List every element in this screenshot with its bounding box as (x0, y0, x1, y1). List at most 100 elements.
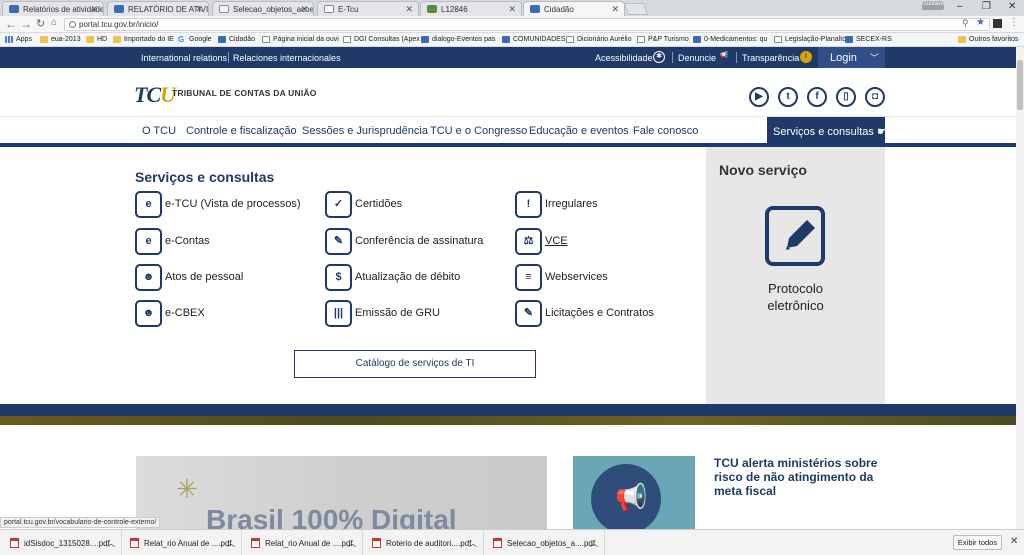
international-relations-link[interactable]: International relations (141, 53, 227, 63)
bookmark-apps[interactable]: Apps (5, 36, 32, 43)
reload-icon[interactable]: ↻ (36, 17, 45, 30)
nav-o-tcu[interactable]: O TCU (142, 125, 176, 137)
mobile-icon[interactable]: ▯ (836, 87, 856, 107)
browser-tab[interactable]: Relatórios de atividades ✕ (2, 1, 104, 16)
bookmark-link[interactable]: dialogo-Eventos pas (421, 36, 495, 43)
browser-tab[interactable]: RELATÓRIO DE ATIVIDADE✕ (107, 1, 209, 16)
user-profile-chip[interactable]: Gustavo (922, 1, 944, 10)
instagram-icon[interactable]: ◘ (865, 87, 885, 107)
pencil-icon (786, 220, 815, 250)
close-tab-icon[interactable]: ✕ (90, 4, 98, 15)
nav-tcu-congresso[interactable]: TCU e o Congresso (430, 125, 527, 137)
bookmark-folder[interactable]: eua-2013 (40, 36, 81, 43)
search-icon[interactable]: ⚲ (962, 18, 969, 29)
chevron-down-icon: ﹀ (869, 53, 879, 63)
browser-tab[interactable]: L12846 ✕ (420, 1, 522, 16)
nav-controle-fiscalizacao[interactable]: Controle e fiscalização (186, 125, 297, 137)
chevron-up-icon[interactable]: ︿ (590, 538, 598, 549)
download-item[interactable]: Selecao_objetos_a....pdf ︿ (489, 530, 605, 555)
nav-fale-conosco[interactable]: Fale conosco (633, 125, 698, 137)
nav-sessoes-jurisprudencia[interactable]: Sessões e Jurisprudência (302, 125, 428, 137)
page-icon (774, 36, 782, 43)
bookmark-link[interactable]: P&P Turismo (637, 36, 689, 43)
bookmark-link[interactable]: COMUNIDADES (502, 36, 566, 43)
bookmarks-bar: Apps eua-2013 HD Importado do IE G Google… (0, 33, 1024, 47)
youtube-icon[interactable]: ▶ (749, 87, 769, 107)
bookmark-google[interactable]: G Google (178, 35, 212, 44)
news-headline[interactable]: TCU alerta ministérios sobre risco de nã… (714, 456, 884, 498)
scrollbar-thumb[interactable] (1017, 60, 1023, 110)
bookmark-folder[interactable]: HD (86, 36, 107, 43)
chevron-up-icon[interactable]: ︿ (227, 538, 235, 549)
bookmark-link[interactable]: Cidadão (218, 36, 255, 43)
download-item[interactable]: Relat_rio Anual de ....pdf ︿ (247, 530, 363, 555)
close-tab-icon[interactable]: ✕ (300, 4, 308, 15)
site-header: TCU TRIBUNAL DE CONTAS DA UNIÃO ▶ t f ▯ … (0, 68, 1024, 116)
accessibility-icon[interactable]: ✱ (653, 51, 665, 63)
close-tab-icon[interactable]: ✕ (405, 4, 413, 15)
megaphone-icon[interactable]: 📢 (718, 51, 730, 63)
close-tab-icon[interactable]: ✕ (195, 4, 203, 15)
news-image-brasil-digital[interactable]: ✳ Brasil 100% Digital (136, 456, 547, 529)
home-icon[interactable]: ⌂ (51, 17, 57, 28)
window-close-icon[interactable]: ✕ (1008, 1, 1016, 12)
logo-name: TRIBUNAL DE CONTAS DA UNIÃO (172, 88, 317, 98)
bookmark-link[interactable]: Página inicial da ouvi (262, 36, 339, 43)
twitter-icon[interactable]: t (778, 87, 798, 107)
bookmark-link[interactable]: SECEX-RS (845, 36, 892, 43)
catalog-button[interactable]: Catálogo de serviços de TI (294, 350, 536, 378)
tcu-logo[interactable]: TCU TRIBUNAL DE CONTAS DA UNIÃO (134, 82, 316, 108)
nav-servicos-consultas[interactable]: Serviços e consultas ☛ (767, 117, 887, 145)
chevron-up-icon[interactable]: ︿ (348, 538, 356, 549)
bookmark-star-icon[interactable]: ★ (976, 17, 985, 28)
novo-servico-box[interactable]: Novo serviço Protocolo eletrônico (706, 147, 885, 404)
download-item[interactable]: idSisdoc_1315028....pdf ︿ (6, 530, 122, 555)
document-favicon-icon (324, 5, 334, 13)
hand-icon: ☛ (876, 126, 887, 138)
back-icon[interactable]: ← (5, 17, 17, 31)
chevron-up-icon[interactable]: ︿ (469, 538, 477, 549)
bookmark-link[interactable]: DGI Consultas (Apex (343, 36, 420, 43)
page-icon (343, 36, 351, 43)
download-item[interactable]: Roterio de auditori....pdf ︿ (368, 530, 484, 555)
folder-icon (113, 36, 121, 43)
tcu-favicon-icon (502, 36, 510, 43)
bookmark-other-folder[interactable]: Outros favoritos (958, 36, 1018, 43)
browser-tab[interactable]: E-Tcu ✕ (317, 1, 419, 16)
maximize-icon[interactable]: ❐ (982, 1, 991, 12)
show-all-downloads-button[interactable]: Exibir todos (953, 535, 1002, 550)
nav-educacao-eventos[interactable]: Educação e eventos (529, 125, 629, 137)
divider (672, 52, 673, 63)
browser-menu-icon[interactable]: ⋮ (1009, 17, 1019, 28)
bookmark-link[interactable]: 0-Medicamentos: qu (693, 36, 767, 43)
url-input[interactable]: portal.tcu.gov.br/inicio/ (64, 18, 990, 31)
chevron-up-icon[interactable]: ︿ (107, 538, 115, 549)
info-icon[interactable]: i (800, 51, 812, 63)
forward-icon[interactable]: → (20, 17, 32, 31)
close-tab-icon[interactable]: ✕ (508, 4, 516, 15)
denuncie-link[interactable]: Denuncie (678, 53, 716, 63)
scrollbar[interactable] (1016, 47, 1024, 529)
browser-tab-bar: Relatórios de atividades ✕ RELATÓRIO DE A… (0, 0, 1024, 16)
download-item[interactable]: Relat_rio Anual de ....pdf ︿ (126, 530, 242, 555)
extension-icon[interactable] (993, 19, 1002, 28)
browser-tab[interactable]: Selecao_objetos_acoes_p✕ (212, 1, 314, 16)
transparencia-link[interactable]: Transparência (742, 53, 799, 63)
facebook-icon[interactable]: f (807, 87, 827, 107)
login-button[interactable]: Login ﹀ (818, 47, 885, 68)
close-downloads-icon[interactable]: ✕ (1010, 536, 1018, 547)
page-info-icon[interactable] (69, 21, 76, 28)
minimize-icon[interactable]: – (957, 1, 963, 12)
acessibilidade-link[interactable]: Acessibilidade (595, 53, 653, 63)
document-favicon-icon (219, 5, 229, 13)
bookmark-folder[interactable]: Importado do IE (113, 36, 174, 43)
bookmark-link[interactable]: Legislação-Planalto (774, 36, 846, 43)
new-tab-button[interactable] (623, 3, 649, 15)
section-divider (0, 404, 1024, 416)
relaciones-internacionales-link[interactable]: Relaciones internacionales (233, 53, 341, 63)
folder-icon (40, 36, 48, 43)
bookmark-link[interactable]: Dicionário Aurélio (566, 36, 631, 43)
close-tab-icon[interactable]: ✕ (611, 4, 619, 15)
browser-tab-active[interactable]: Cidadão ✕ (523, 1, 625, 16)
news-image-alert[interactable]: 📢 (573, 456, 695, 529)
